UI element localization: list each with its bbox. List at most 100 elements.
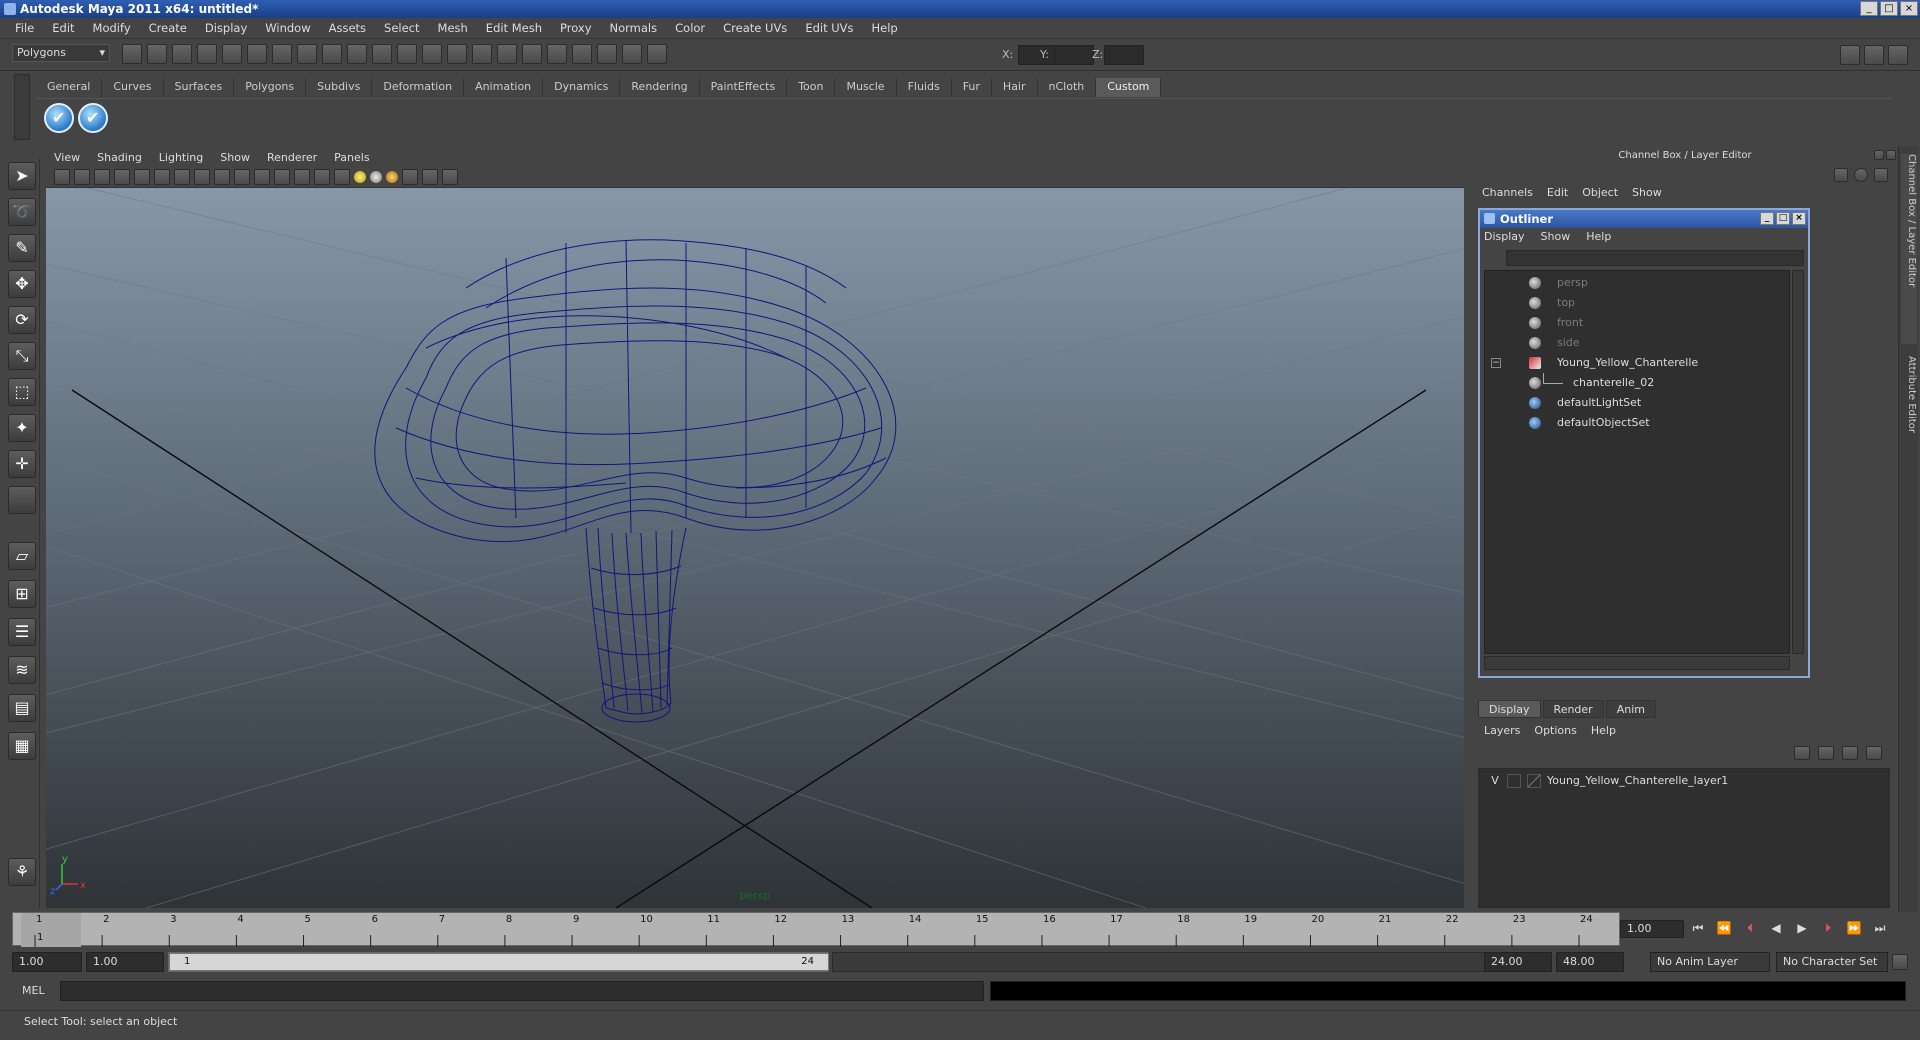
transform-icon[interactable] — [647, 44, 667, 64]
go-to-start-icon[interactable]: ⏮ — [1688, 918, 1708, 938]
history-icon[interactable] — [397, 44, 417, 64]
snap-grid-icon[interactable] — [272, 44, 292, 64]
construction-icon[interactable] — [472, 44, 492, 64]
single-view-layout-icon[interactable]: ▱ — [8, 542, 36, 570]
channel-box-icon[interactable] — [1888, 45, 1908, 65]
scale-tool-icon[interactable]: ⤡ — [8, 342, 36, 370]
vp-menu-lighting[interactable]: Lighting — [159, 151, 203, 164]
menu-edit-uvs[interactable]: Edit UVs — [796, 21, 862, 35]
play-forward-icon[interactable]: ▶ — [1792, 918, 1812, 938]
float-icon[interactable] — [1874, 150, 1884, 160]
tab-fluids[interactable]: Fluids — [896, 78, 952, 97]
menu-assets[interactable]: Assets — [320, 21, 375, 35]
outliner-vertical-scrollbar[interactable] — [1792, 270, 1804, 654]
paint-select-tool-icon[interactable]: ✎ — [8, 234, 36, 262]
camera-attr-icon[interactable] — [74, 169, 90, 185]
x-field[interactable] — [1018, 45, 1058, 65]
layer-color-swatch[interactable] — [1527, 774, 1541, 788]
menu-help[interactable]: Help — [863, 21, 907, 35]
xray-icon[interactable] — [402, 169, 418, 185]
outliner-item-top[interactable]: top — [1485, 293, 1789, 313]
layer-menu-help[interactable]: Help — [1591, 724, 1616, 737]
custom-check-icon-1[interactable] — [44, 103, 74, 133]
anim-start-field[interactable]: 1.00 — [12, 952, 82, 972]
ol-menu-help[interactable]: Help — [1586, 230, 1611, 243]
textured-icon[interactable] — [334, 169, 350, 185]
hypershade-icon[interactable] — [572, 44, 592, 64]
vp-menu-renderer[interactable]: Renderer — [267, 151, 317, 164]
outliner-filter-input[interactable] — [1506, 250, 1804, 266]
tab-hair[interactable]: Hair — [991, 78, 1038, 97]
open-scene-icon[interactable] — [147, 44, 167, 64]
layout-icon[interactable] — [1840, 45, 1860, 65]
bookmark-icon[interactable] — [94, 169, 110, 185]
resolution-gate-icon[interactable] — [174, 169, 190, 185]
menu-display[interactable]: Display — [196, 21, 256, 35]
show-manip-icon[interactable]: ✛ — [8, 450, 36, 478]
y-field[interactable] — [1054, 45, 1094, 65]
menu-modify[interactable]: Modify — [84, 21, 140, 35]
tab-custom[interactable]: Custom — [1096, 78, 1162, 97]
custom-check-icon-2[interactable] — [78, 103, 108, 133]
gate-mask-icon[interactable] — [194, 169, 210, 185]
character-set-dropdown[interactable]: No Character Set — [1776, 952, 1888, 972]
layer-menu-options[interactable]: Options — [1534, 724, 1576, 737]
move-tool-icon[interactable]: ✥ — [8, 270, 36, 298]
select-tool-icon[interactable]: ➤ — [8, 162, 36, 190]
tab-layer-display[interactable]: Display — [1478, 700, 1541, 718]
side-tab-attribute-editor[interactable]: Attribute Editor — [1901, 356, 1917, 476]
snap-point-icon[interactable] — [322, 44, 342, 64]
collapse-icon[interactable]: − — [1491, 358, 1501, 368]
grid-icon[interactable] — [134, 169, 150, 185]
new-layer-icon[interactable] — [1842, 746, 1858, 760]
playback-end-field[interactable]: 24.00 — [1484, 952, 1552, 972]
lock-icon[interactable] — [447, 44, 467, 64]
outliner-close-button[interactable]: × — [1792, 212, 1806, 225]
tab-deformation[interactable]: Deformation — [372, 78, 465, 97]
help-icon[interactable] — [422, 44, 442, 64]
current-frame-field[interactable]: 1.00 — [1620, 920, 1684, 938]
light-all-icon[interactable] — [370, 171, 382, 183]
rotate-tool-icon[interactable]: ⟳ — [8, 306, 36, 334]
layer-menu-layers[interactable]: Layers — [1484, 724, 1520, 737]
render-icon[interactable] — [497, 44, 517, 64]
anim-end-field[interactable]: 48.00 — [1556, 952, 1624, 972]
tab-fur[interactable]: Fur — [951, 78, 992, 97]
tab-general[interactable]: General — [36, 78, 103, 97]
close-panel-icon[interactable] — [1886, 150, 1896, 160]
side-tab-channel-box[interactable]: Channel Box / Layer Editor — [1901, 154, 1917, 344]
outliner-item-chanterelle-02[interactable]: chanterelle_02 — [1485, 373, 1789, 393]
maximize-button[interactable]: □ — [1880, 1, 1898, 16]
outliner-item-persp[interactable]: persp — [1485, 273, 1789, 293]
attribute-editor-icon[interactable] — [1864, 45, 1884, 65]
film-gate-icon[interactable] — [154, 169, 170, 185]
command-input[interactable] — [60, 981, 984, 1001]
tab-curves[interactable]: Curves — [102, 78, 164, 97]
tab-rendering[interactable]: Rendering — [620, 78, 700, 97]
menu-color[interactable]: Color — [666, 21, 714, 35]
vp-menu-show[interactable]: Show — [220, 151, 250, 164]
menu-create-uvs[interactable]: Create UVs — [714, 21, 796, 35]
magnet-icon[interactable] — [597, 44, 617, 64]
go-to-end-icon[interactable]: ⏭ — [1870, 918, 1890, 938]
hq-render-icon[interactable] — [442, 169, 458, 185]
ol-menu-show[interactable]: Show — [1541, 230, 1571, 243]
play-backward-icon[interactable]: ◀ — [1766, 918, 1786, 938]
tab-toon[interactable]: Toon — [787, 78, 836, 97]
menu-normals[interactable]: Normals — [601, 21, 667, 35]
perspective-viewport[interactable]: y x z persp — [46, 188, 1464, 908]
image-plane-icon[interactable] — [114, 169, 130, 185]
key-icon[interactable] — [1892, 954, 1908, 970]
move-layer-down-icon[interactable] — [1818, 746, 1834, 760]
light-default-icon[interactable] — [354, 171, 366, 183]
menu-set-dropdown[interactable]: Polygons ▾ — [12, 44, 110, 62]
vp-menu-shading[interactable]: Shading — [97, 151, 142, 164]
z-field[interactable] — [1104, 45, 1144, 65]
soft-mod-icon[interactable]: ✦ — [8, 414, 36, 442]
snap-plane-icon[interactable] — [347, 44, 367, 64]
safe-action-icon[interactable] — [234, 169, 250, 185]
close-button[interactable]: × — [1900, 1, 1918, 16]
outliner-item-young-yellow-chanterelle[interactable]: − Young_Yellow_Chanterelle — [1485, 353, 1789, 373]
shelf-menu-toggle[interactable] — [14, 74, 30, 140]
vp-menu-panels[interactable]: Panels — [334, 151, 369, 164]
